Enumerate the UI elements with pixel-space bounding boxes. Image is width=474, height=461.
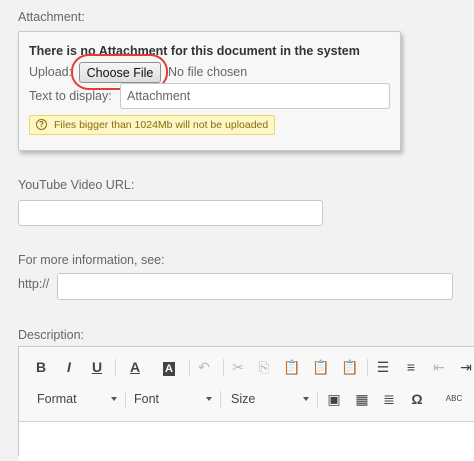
format-dropdown[interactable]: Format — [37, 388, 117, 410]
youtube-url-input[interactable] — [18, 200, 323, 226]
font-dropdown[interactable]: Font — [134, 388, 212, 410]
youtube-label: YouTube Video URL: — [18, 178, 135, 192]
no-file-chosen-text: No file chosen — [168, 65, 248, 79]
text-to-display-input[interactable] — [120, 83, 390, 109]
chevron-down-icon — [303, 397, 309, 401]
bg-color-icon: A — [163, 362, 175, 376]
text-to-display-label: Text to display: — [29, 89, 112, 103]
special-char-button[interactable]: Ω — [408, 389, 426, 409]
http-prefix: http:// — [18, 277, 50, 291]
bold-button[interactable]: B — [33, 357, 49, 377]
spellcheck-label: ABC — [445, 394, 463, 403]
indent-icon[interactable]: ⇥ — [457, 357, 474, 377]
attachment-label: Attachment: — [18, 10, 85, 24]
attachment-panel: There is no Attachment for this document… — [18, 31, 401, 151]
chevron-down-icon — [111, 397, 117, 401]
toolbar-row-1: B I U A A ↶ ✂ ⎘ 📋 📋 📋 ☰ ≡ ⇤ ⇥ — [19, 352, 474, 382]
paste-word-icon[interactable]: 📋 — [341, 357, 359, 377]
outdent-icon[interactable]: ⇤ — [430, 357, 448, 377]
toolbar-row-2: Format Font Size ▣ ▦ ≣ Ω ABC — [19, 384, 474, 414]
warning-text: Files bigger than 1024Mb will not be upl… — [54, 119, 269, 131]
upload-label: Upload: — [29, 65, 73, 79]
horizontal-line-icon[interactable]: ≣ — [380, 389, 398, 409]
warning-icon: ? — [36, 119, 47, 130]
copy-icon[interactable]: ⎘ — [255, 357, 273, 377]
file-size-warning: ? Files bigger than 1024Mb will not be u… — [29, 115, 275, 135]
more-info-label: For more information, see: — [18, 253, 165, 267]
underline-button[interactable]: U — [89, 357, 105, 377]
size-dropdown[interactable]: Size — [231, 388, 309, 410]
cut-icon[interactable]: ✂ — [229, 357, 247, 377]
font-label: Font — [134, 392, 160, 406]
editor-content-area[interactable] — [19, 421, 474, 461]
spellcheck-button[interactable]: ABC — [439, 389, 469, 409]
bg-color-button[interactable]: A — [156, 357, 182, 377]
numbered-list-icon[interactable]: ≡ — [402, 357, 420, 377]
bulleted-list-icon[interactable]: ☰ — [374, 357, 392, 377]
size-label: Size — [231, 392, 256, 406]
more-info-url-input[interactable] — [57, 273, 453, 300]
description-editor: B I U A A ↶ ✂ ⎘ 📋 📋 📋 ☰ ≡ ⇤ ⇥ Format Fon… — [18, 346, 474, 461]
choose-file-button[interactable]: Choose File — [79, 62, 161, 83]
paste-text-icon[interactable]: 📋 — [312, 357, 330, 377]
chevron-down-icon — [206, 397, 212, 401]
format-label: Format — [37, 392, 77, 406]
table-icon[interactable]: ▦ — [353, 389, 371, 409]
italic-button[interactable]: I — [61, 357, 77, 377]
text-color-button[interactable]: A — [123, 357, 147, 377]
no-attachment-text: There is no Attachment for this document… — [29, 44, 360, 58]
image-icon[interactable]: ▣ — [325, 389, 343, 409]
undo-icon[interactable]: ↶ — [195, 357, 213, 377]
paste-icon[interactable]: 📋 — [283, 357, 301, 377]
description-label: Description: — [18, 328, 84, 342]
